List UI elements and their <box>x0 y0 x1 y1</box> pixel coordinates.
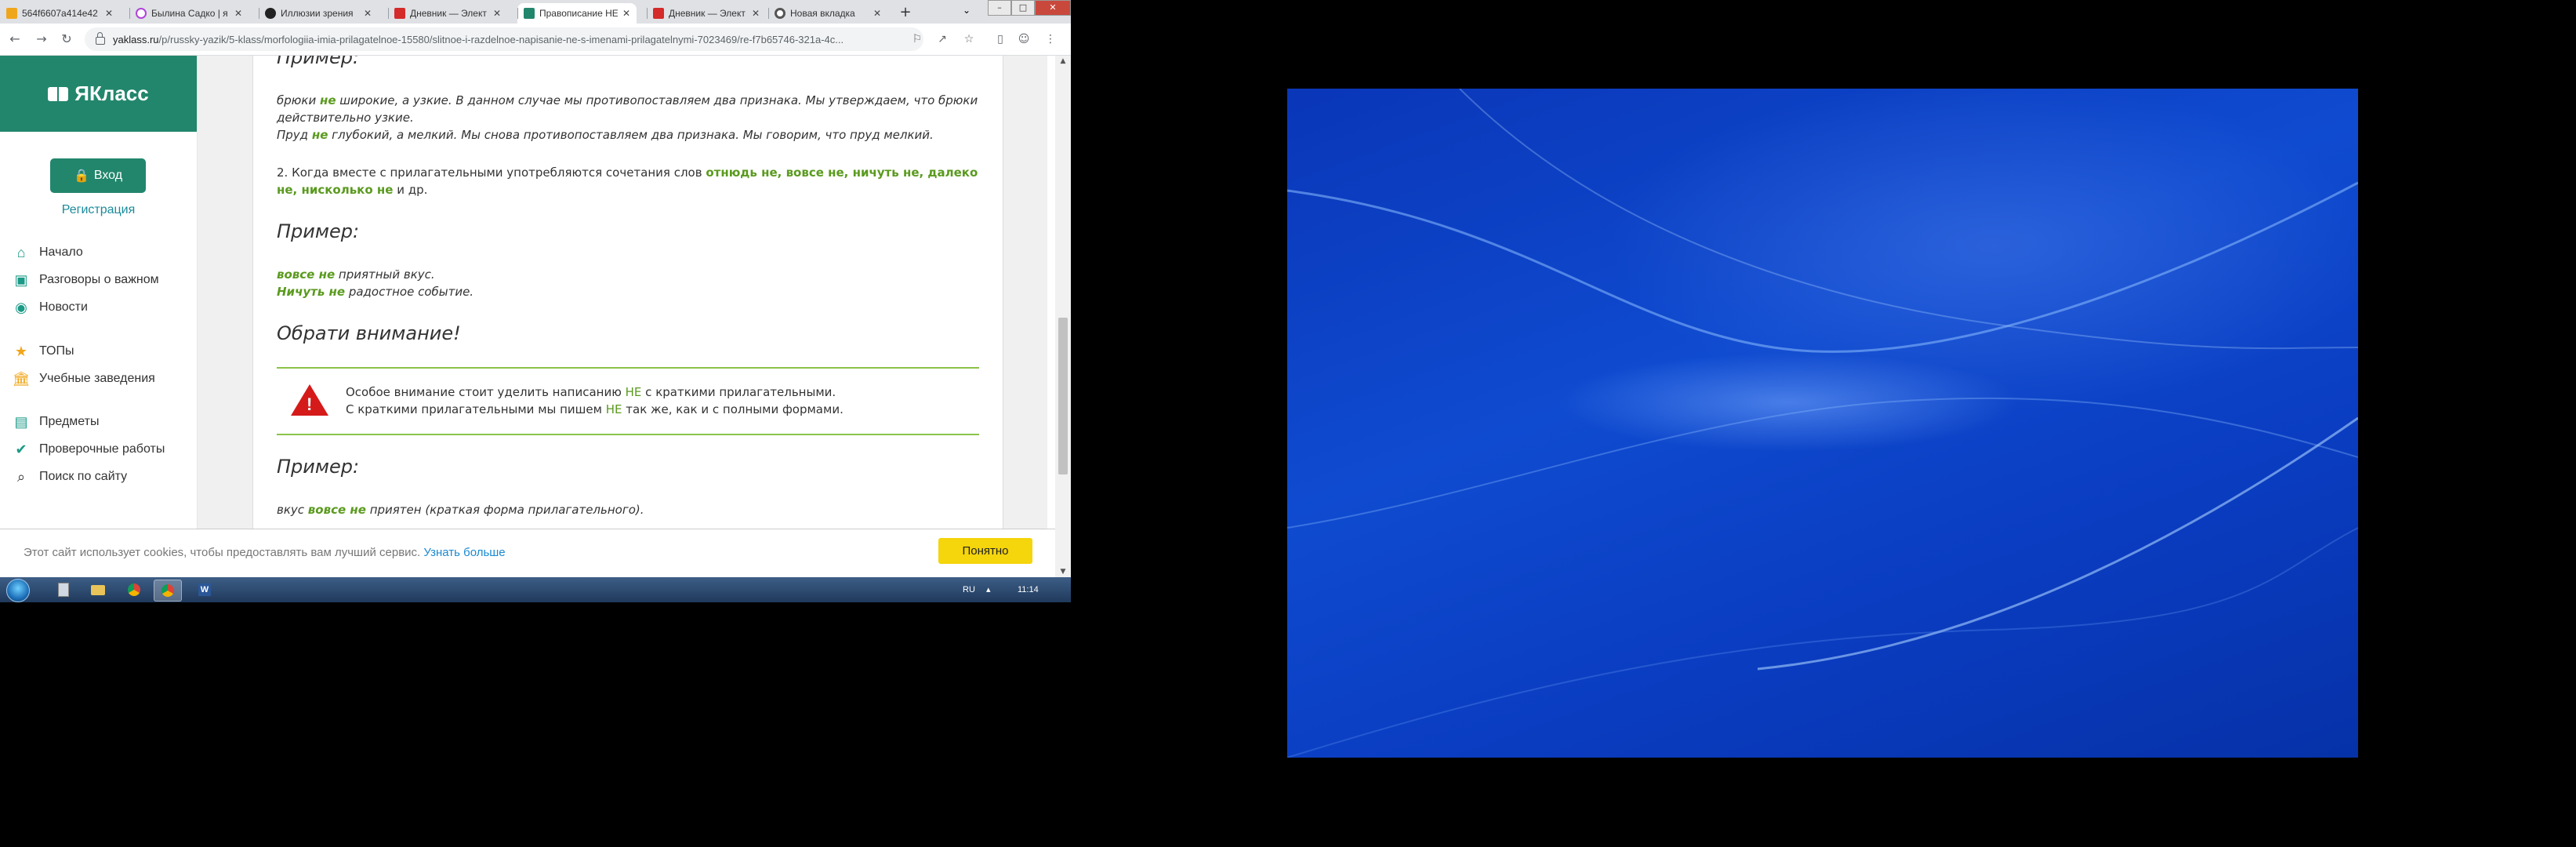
profile-icon[interactable]: ☺ <box>1016 31 1032 47</box>
star-icon: ★ <box>14 343 28 359</box>
close-tab-icon[interactable]: ✕ <box>105 8 113 19</box>
example-text: вовсе не приятный вкус. Ничуть не радост… <box>277 267 474 299</box>
close-window-button[interactable]: ✕ <box>1035 0 1071 16</box>
window-controls: – □ ✕ <box>988 0 1071 16</box>
cookie-banner: Этот сайт использует cookies, чтобы пред… <box>0 529 1055 578</box>
tab-5-active[interactable]: Правописание НЕ ✕ <box>517 3 637 24</box>
learn-more-link[interactable]: Узнать больше <box>423 546 505 559</box>
tab-7[interactable]: Новая вкладка ✕ <box>768 3 887 24</box>
scrollbar-thumb[interactable] <box>1058 318 1068 474</box>
login-button[interactable]: 🔒 Вход <box>50 158 146 193</box>
home-icon: ⌂ <box>16 244 26 260</box>
translate-icon[interactable]: ⚐ <box>909 31 925 47</box>
sidebar-item-home[interactable]: ⌂ Начало <box>13 244 83 261</box>
yaklass-book-icon <box>524 8 535 19</box>
sidebar-item-subjects[interactable]: ▤ Предметы <box>13 413 99 431</box>
attention-heading: Обрати внимание! <box>277 322 461 344</box>
example-text: вкус вовсе не приятен (краткая форма при… <box>277 503 644 517</box>
orange-document-icon <box>6 8 17 19</box>
dark-circle-icon <box>265 8 276 19</box>
attention-note: Особое внимание стоит уделить написанию … <box>346 385 844 416</box>
close-tab-icon[interactable]: ✕ <box>493 8 501 19</box>
yaklass-logo[interactable]: ЯКласс <box>0 56 197 132</box>
check-icon: ✔ <box>15 441 27 457</box>
forward-icon[interactable]: → <box>33 31 50 48</box>
share-icon[interactable]: ↗ <box>934 31 950 47</box>
news-icon: ◉ <box>15 299 27 315</box>
close-tab-icon[interactable]: ✕ <box>752 8 760 19</box>
close-tab-icon[interactable]: ✕ <box>364 8 372 19</box>
sidepanel-icon[interactable]: ▯ <box>992 31 1008 47</box>
maximize-button[interactable]: □ <box>1011 0 1035 16</box>
red-d-icon <box>653 8 664 19</box>
divider <box>277 367 979 369</box>
url-text[interactable]: yaklass.ru/p/russky-yazik/5-klass/morfol… <box>113 34 844 45</box>
sidebar-item-search[interactable]: ⌕ Поиск по сайту <box>13 468 127 485</box>
secondary-screen-wallpaper <box>1287 89 2358 758</box>
close-tab-icon[interactable]: ✕ <box>234 8 242 19</box>
rule-2: 2. Когда вместе с прилагательными употре… <box>277 165 978 197</box>
chrome-active-icon[interactable] <box>154 580 182 602</box>
building-icon: 🏛 <box>12 370 31 387</box>
tab-6[interactable]: Дневник — Элект ✕ <box>647 3 766 24</box>
tab-1[interactable]: 564f6607a414e42 ✕ <box>0 3 119 24</box>
sidebar-item-tests[interactable]: ✔ Проверочные работы <box>13 441 165 458</box>
start-button[interactable] <box>6 579 30 602</box>
tray-arrow-icon[interactable]: ▴ <box>986 577 991 602</box>
tab-search-icon[interactable]: ⌄ <box>958 5 975 20</box>
back-icon[interactable]: ← <box>6 31 24 48</box>
example-heading: Пример: <box>277 220 360 242</box>
sidebar-item-news[interactable]: ◉ Новости <box>13 299 88 316</box>
cookie-accept-button[interactable]: Понятно <box>938 538 1032 564</box>
new-tab-button[interactable]: + <box>896 4 915 21</box>
books-icon: ▤ <box>14 413 28 430</box>
divider <box>277 434 979 435</box>
register-link[interactable]: Регистрация <box>0 203 197 217</box>
chrome-icon <box>775 8 785 19</box>
windows-taskbar: W RU ▴ 11:14 <box>0 577 1071 602</box>
example-text: брюки не широкие, а узкие. В данном случ… <box>277 93 978 142</box>
sidebar-item-tops[interactable]: ★ ТОПы <box>13 343 74 360</box>
ya-icon <box>136 8 147 19</box>
browser-toolbar: ← → ↻ yaklass.ru/p/russky-yazik/5-klass/… <box>0 24 1071 56</box>
example-heading: Пример: <box>277 456 360 478</box>
chrome-taskbar-icon[interactable] <box>121 580 147 600</box>
language-indicator[interactable]: RU <box>963 577 975 602</box>
lock-icon <box>96 32 105 45</box>
search-icon: ⌕ <box>16 468 26 485</box>
minimize-button[interactable]: – <box>988 0 1011 16</box>
explorer-icon[interactable] <box>50 580 77 600</box>
folder-icon[interactable] <box>85 580 111 600</box>
book-icon <box>48 86 69 101</box>
example-heading: Пример: <box>277 56 360 68</box>
cookie-text: Этот сайт использует cookies, чтобы пред… <box>24 546 421 559</box>
scroll-down-icon[interactable]: ▼ <box>1055 568 1071 576</box>
sidebar-item-talks[interactable]: ▣ Разговоры о важном <box>13 271 158 289</box>
sidebar: ЯКласс 🔒 Вход Регистрация ⌂ Начало ▣ Разгов… <box>0 56 198 529</box>
clock[interactable]: 11:14 <box>1018 577 1039 602</box>
primary-screen: 564f6607a414e42 ✕ Былина Садко | я ✕ Иллюз… <box>0 0 1071 602</box>
lock-icon: 🔒 <box>73 169 89 183</box>
tab-strip: 564f6607a414e42 ✕ Былина Садко | я ✕ Иллюз… <box>0 0 1071 24</box>
exclamation-mark: ! <box>307 394 313 414</box>
page-scrollbar[interactable]: ▲ ▼ <box>1055 56 1071 577</box>
address-bar[interactable]: yaklass.ru/p/russky-yazik/5-klass/morfol… <box>85 27 923 51</box>
close-tab-icon[interactable]: ✕ <box>873 8 881 19</box>
menu-icon[interactable]: ⋮ <box>1043 31 1058 47</box>
screen-icon: ▣ <box>14 271 28 288</box>
red-d-icon <box>394 8 405 19</box>
tab-2[interactable]: Былина Садко | я ✕ <box>129 3 249 24</box>
scroll-up-icon[interactable]: ▲ <box>1055 57 1071 65</box>
sidebar-item-schools[interactable]: 🏛 Учебные заведения <box>13 370 155 387</box>
article-content: Пример: брюки не широкие, а узкие. В дан… <box>252 56 1003 529</box>
reload-icon[interactable]: ↻ <box>58 31 75 48</box>
tab-4[interactable]: Дневник — Элект ✕ <box>388 3 507 24</box>
wallpaper-swooshes <box>1287 89 2358 758</box>
tab-3[interactable]: Иллюзии зрения ✕ <box>259 3 378 24</box>
bookmark-star-icon[interactable]: ☆ <box>961 31 977 47</box>
word-icon[interactable]: W <box>191 580 218 600</box>
close-tab-icon[interactable]: ✕ <box>622 8 630 19</box>
